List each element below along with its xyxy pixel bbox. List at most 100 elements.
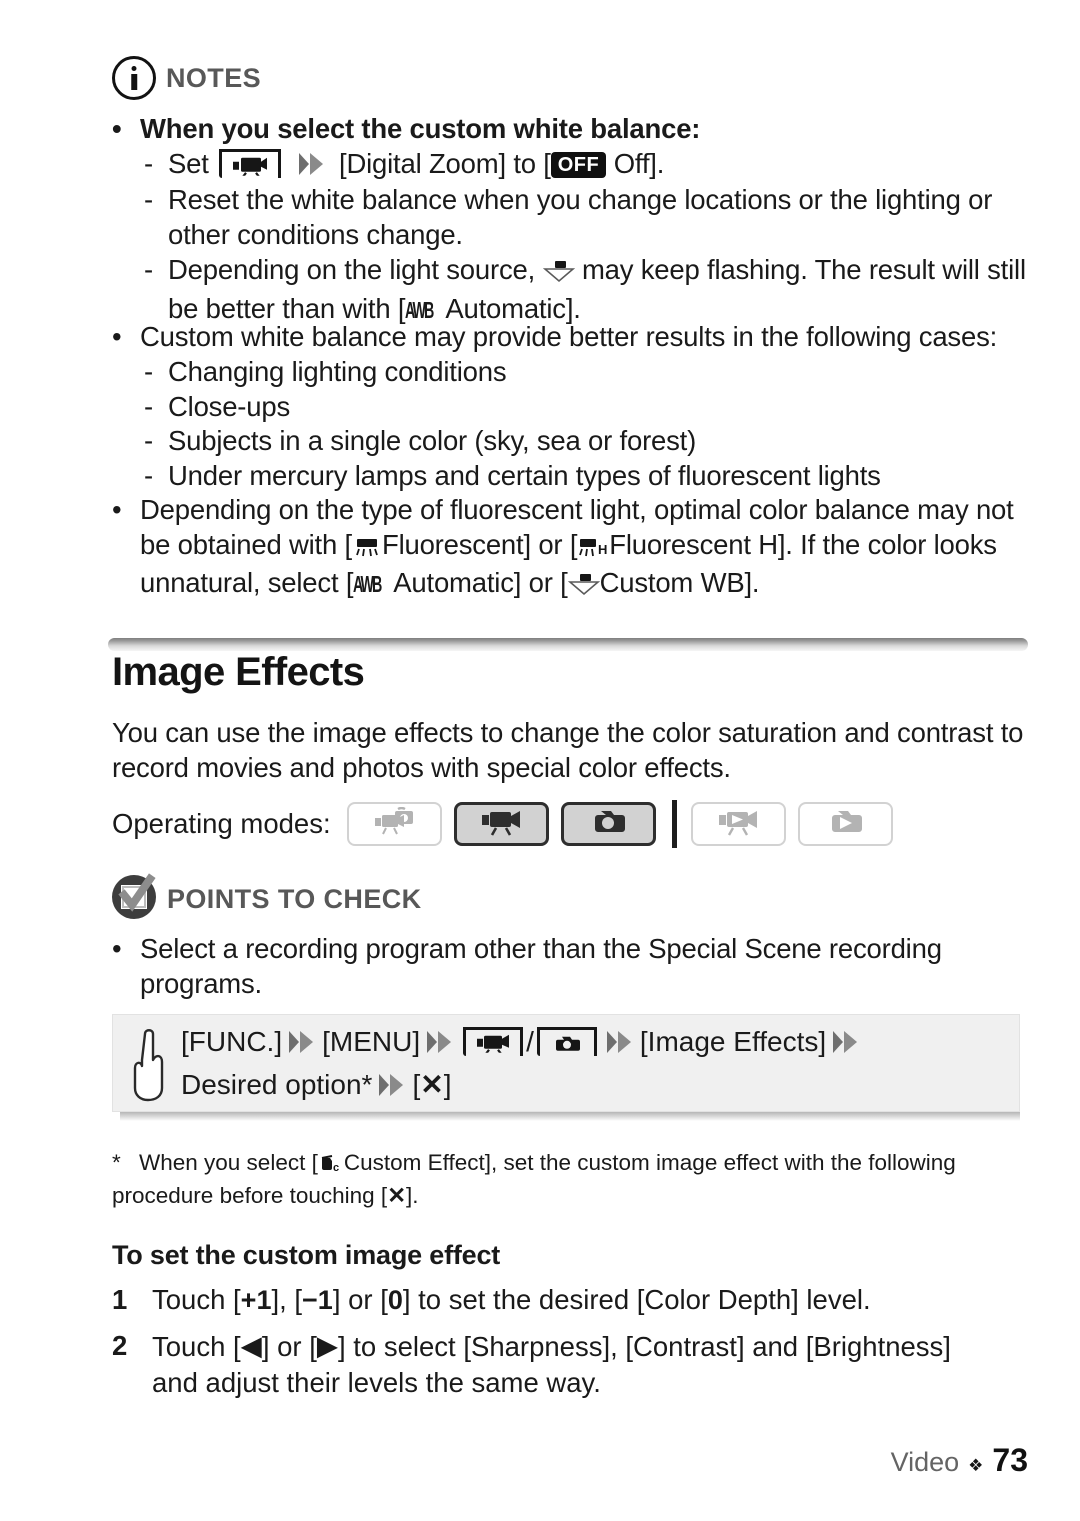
note-line: Set [Digital Zoom] to [OFF Off]. <box>168 147 664 186</box>
off-label: Off]. <box>613 148 665 179</box>
step-number: 2 <box>112 1330 128 1361</box>
note-item-mercury-lamps: - Under mercury lamps and certain types … <box>144 459 881 494</box>
close-icon[interactable]: ✕ <box>420 1069 443 1100</box>
note-line: Depending on the light source, may keep … <box>168 253 1034 327</box>
note-text: Under mercury lamps and certain types of… <box>168 460 881 491</box>
dash-mark: - <box>144 356 154 387</box>
section-intro: You can use the image effects to change … <box>112 717 1024 783</box>
manual-page: NOTES • When you select the custom white… <box>0 0 1080 1521</box>
pointing-hand-icon <box>128 1024 174 1109</box>
image-effects-label[interactable]: [Image Effects] <box>640 1026 826 1057</box>
notes-header: NOTES <box>112 56 261 100</box>
awb-glyph-icon: AWB <box>353 571 382 597</box>
key-zero[interactable]: 0 <box>388 1285 403 1315</box>
notes-label: NOTES <box>166 62 262 93</box>
double-chevron-right-icon <box>297 151 327 186</box>
page-number: 73 <box>992 1442 1028 1478</box>
arrow-right-icon[interactable]: ▶ <box>317 1328 338 1364</box>
footnote-seg1: When you select [ <box>139 1150 318 1175</box>
photo-mode-icon[interactable] <box>536 1027 597 1057</box>
custom-effect-subheading: To set the custom image effect <box>112 1240 501 1270</box>
points-to-check-item: • Select a recording program other than … <box>112 932 1047 1001</box>
camcorder-play-icon <box>715 807 761 842</box>
bullet-mark: • <box>112 321 122 352</box>
desired-option-label: Desired option* <box>181 1069 373 1100</box>
step-text: Touch [+1], [−1] or [0] to set the desir… <box>152 1282 871 1318</box>
step-seg: ] or [ <box>261 1331 317 1362</box>
checkbox-check-icon <box>110 873 158 926</box>
func-button-label[interactable]: [FUNC.] <box>181 1026 282 1057</box>
key-minus-one[interactable]: −1 <box>302 1285 333 1315</box>
mode-button-auto-dual-shot[interactable] <box>346 802 442 846</box>
fluorescent-seg4: Automatic] or [ <box>393 567 568 598</box>
footnote-seg3: ]. <box>406 1183 419 1208</box>
note-line: Depending on the type of fluorescent lig… <box>140 493 1042 605</box>
step-seg: Touch [ <box>152 1284 241 1315</box>
dash-mark: - <box>144 391 154 422</box>
note-item-light-source: - Depending on the light source, may kee… <box>144 253 1034 327</box>
fluorescent-h-icon: H <box>577 532 609 567</box>
set-label: Set <box>168 148 209 179</box>
note-text: Reset the white balance when you change … <box>168 184 993 250</box>
note-text: Close-ups <box>168 391 291 422</box>
points-to-check-header: POINTS TO CHECK <box>110 873 422 926</box>
custom-effect-icon: c <box>318 1152 344 1181</box>
note-text: When you select the custom white balance… <box>140 113 701 144</box>
mode-button-photo-record[interactable] <box>560 802 656 846</box>
note-item-fluorescent: • Depending on the type of fluorescent l… <box>112 493 1042 605</box>
note-item-digital-zoom: - Set [Digital Zoom] to [OFF Off]. <box>144 147 1044 186</box>
double-chevron-right-icon <box>287 1029 317 1062</box>
points-to-check-text: Select a recording program other than th… <box>140 933 942 999</box>
svg-text:H: H <box>598 542 607 557</box>
dash-mark: - <box>144 184 154 215</box>
light-source-post: Automatic]. <box>445 292 581 324</box>
step-seg: ] or [ <box>332 1284 388 1315</box>
auto-camcorder-icon <box>371 806 417 842</box>
dash-mark: - <box>144 148 154 179</box>
note-item-better-results: • Custom white balance may provide bette… <box>112 320 1042 355</box>
light-source-pre: Depending on the light source, <box>168 254 536 285</box>
note-item-custom-wb: • When you select the custom white balan… <box>112 112 1032 147</box>
fluorescent-seg2: Fluorescent] or [ <box>381 528 578 560</box>
step-text: Touch [◀] or [▶] to select [Sharpness], … <box>152 1328 992 1401</box>
procedure-box-shadow <box>120 1112 1020 1121</box>
key-plus-one[interactable]: +1 <box>241 1285 272 1315</box>
custom-white-balance-icon <box>567 570 600 605</box>
digital-zoom-label: [Digital Zoom] to [ <box>339 148 551 179</box>
dash-mark: - <box>144 460 154 491</box>
still-camera-icon <box>587 807 629 842</box>
operating-modes-label: Operating modes: <box>112 808 331 839</box>
note-item-close-ups: - Close-ups <box>144 390 290 425</box>
note-text: Subjects in a single color (sky, sea or … <box>168 425 697 456</box>
bullet-mark: • <box>112 113 122 144</box>
step-seg: Touch [ <box>152 1331 241 1362</box>
menu-button-label[interactable]: [MENU] <box>322 1026 420 1057</box>
bullet-mark: • <box>112 933 122 964</box>
info-circle-icon <box>112 56 156 100</box>
arrow-left-icon[interactable]: ◀ <box>241 1328 262 1364</box>
procedure-line-1: [FUNC.] [MENU] / [Image Effects] <box>181 1026 866 1062</box>
off-pill-icon: OFF <box>550 152 607 178</box>
note-item-changing-light: - Changing lighting conditions <box>144 355 507 390</box>
mode-button-photo-playback[interactable] <box>797 802 893 846</box>
fluorescent-icon <box>352 532 382 567</box>
bullet-mark: • <box>112 494 122 525</box>
double-chevron-right-icon <box>605 1029 635 1062</box>
custom-white-balance-icon <box>542 257 575 292</box>
bracket-close: ] <box>443 1069 452 1100</box>
mode-divider <box>671 800 677 848</box>
mode-button-video-playback[interactable] <box>690 802 786 846</box>
svg-text:c: c <box>333 1162 339 1174</box>
video-mode-icon[interactable] <box>463 1027 524 1057</box>
footer-section-label: Video <box>890 1447 960 1477</box>
note-text: Custom white balance may provide better … <box>140 321 998 352</box>
step-1: 1 Touch [+1], [−1] or [0] to set the des… <box>112 1282 1042 1318</box>
slash-separator: / <box>526 1026 534 1057</box>
footnote-star: * <box>112 1150 121 1175</box>
procedure-line-2: Desired option* [✕] <box>181 1068 451 1105</box>
fluorescent-seg5: Custom WB]. <box>599 567 760 598</box>
video-mode-icon <box>219 149 282 180</box>
note-item-reset-wb: - Reset the white balance when you chang… <box>144 183 1034 252</box>
page-footer: Video ❖ 73 <box>891 1442 1028 1479</box>
mode-button-video-record[interactable] <box>453 802 549 846</box>
